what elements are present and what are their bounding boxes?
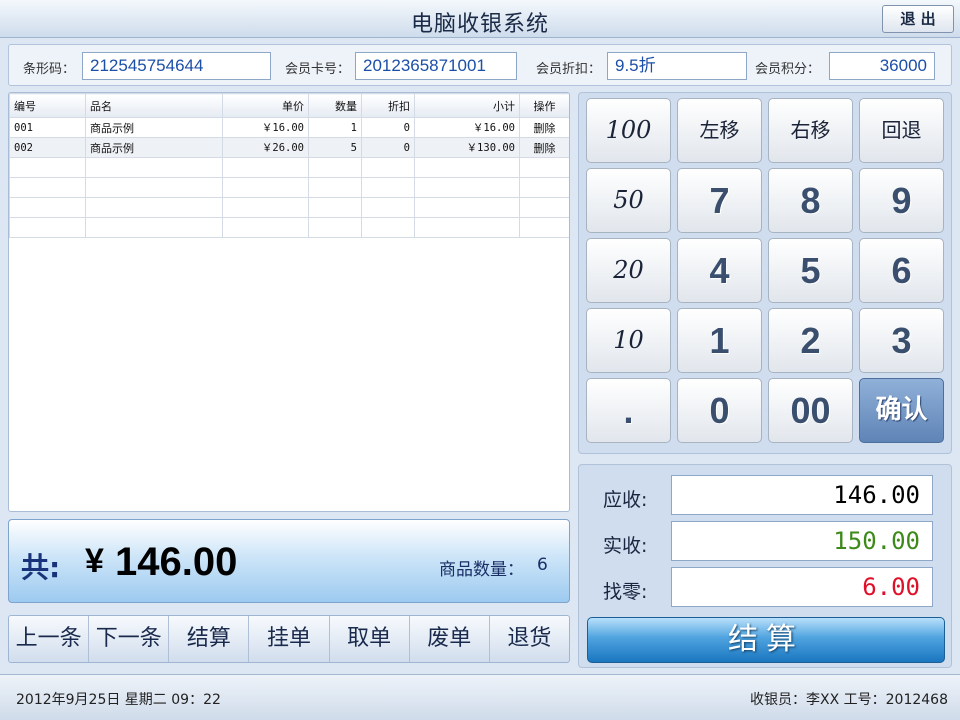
denom-20-key[interactable]: 20 (586, 238, 671, 303)
window-title: 电脑收银系统 (410, 12, 549, 37)
digit-0-key[interactable]: 0 (677, 378, 762, 443)
total-amount: 146.00 (115, 540, 238, 584)
denom-50-key[interactable]: 50 (586, 168, 671, 233)
digit-6-key[interactable]: 6 (859, 238, 944, 303)
barcode-label: 条形码： (23, 62, 76, 77)
denom-100-key[interactable]: 100 (586, 98, 671, 163)
cell-name: 商品示例 (85, 117, 223, 138)
exit-button[interactable]: 退 出 (882, 5, 954, 33)
datetime-display: 2012年9月25日 星期二 09：22 (16, 692, 221, 708)
cell-discount: 0 (361, 137, 415, 158)
member-card-input[interactable]: 2012365871001 (355, 52, 517, 80)
total-label: 共: (21, 551, 61, 584)
item-count-label: 商品数量： (439, 560, 524, 580)
col-header-name[interactable]: 品名 (85, 93, 223, 118)
col-header-subtotal[interactable]: 小计 (414, 93, 520, 118)
digit-4-key[interactable]: 4 (677, 238, 762, 303)
cell-id: 001 (9, 117, 86, 138)
cell-subtotal: ￥130.00 (414, 137, 520, 158)
empty-row (9, 157, 569, 178)
empty-row (9, 197, 569, 218)
digit-2-key[interactable]: 2 (768, 308, 853, 373)
member-card-label: 会员卡号： (285, 62, 351, 77)
cell-discount: 0 (361, 117, 415, 138)
delete-link[interactable]: 删除 (519, 117, 569, 138)
empty-row (9, 217, 569, 238)
total-bar: 共: ¥ 146.00 商品数量： 6 (8, 519, 570, 603)
cell-id: 002 (9, 137, 86, 158)
title-bar: 电脑收银系统 退 出 (0, 0, 960, 38)
move-left-key[interactable]: 左移 (677, 98, 762, 163)
delete-link[interactable]: 删除 (519, 137, 569, 158)
table-row[interactable]: 001 商品示例 ￥16.00 1 0 ￥16.00 删除 (9, 117, 569, 138)
digit-5-key[interactable]: 5 (768, 238, 853, 303)
cell-price: ￥16.00 (222, 117, 309, 138)
confirm-key[interactable]: 确认 (859, 378, 944, 443)
void-order-button[interactable]: 废单 (410, 616, 490, 662)
move-right-key[interactable]: 右移 (768, 98, 853, 163)
col-header-action[interactable]: 操作 (519, 93, 569, 118)
prev-item-button[interactable]: 上一条 (9, 616, 90, 662)
cell-subtotal: ￥16.00 (414, 117, 520, 138)
digit-1-key[interactable]: 1 (677, 308, 762, 373)
cell-price: ￥26.00 (222, 137, 309, 158)
action-bar: 上一条 下一条 结算 挂单 取单 废单 退货 (8, 615, 570, 663)
retrieve-order-button[interactable]: 取单 (330, 616, 410, 662)
member-points-input[interactable]: 36000 (829, 52, 935, 80)
member-discount-label: 会员折扣： (536, 62, 602, 77)
cell-qty: 5 (308, 137, 362, 158)
return-goods-button[interactable]: 退货 (490, 616, 569, 662)
col-header-price[interactable]: 单价 (222, 93, 309, 118)
item-count-value: 6 (537, 555, 548, 575)
currency-symbol: ¥ (85, 542, 104, 580)
empty-row (9, 177, 569, 198)
col-header-id[interactable]: 编号 (9, 93, 86, 118)
double-zero-key[interactable]: 00 (768, 378, 853, 443)
member-discount-input[interactable]: 9.5折 (607, 52, 747, 80)
member-info-bar: 条形码： 212545754644 会员卡号： 2012365871001 会员… (8, 44, 952, 86)
decimal-point-key[interactable]: . (586, 378, 671, 443)
amount-paid-field[interactable]: 150.00 (671, 521, 933, 561)
cell-name: 商品示例 (85, 137, 223, 158)
next-item-button[interactable]: 下一条 (89, 616, 170, 662)
item-table: 编号 品名 单价 数量 折扣 小计 操作 001 商品示例 ￥16.00 1 0… (9, 93, 569, 238)
cell-qty: 1 (308, 117, 362, 138)
col-header-discount[interactable]: 折扣 (361, 93, 415, 118)
change-label: 找零: (603, 581, 648, 603)
hold-order-button[interactable]: 挂单 (249, 616, 330, 662)
payment-panel: 应收: 146.00 实收: 150.00 找零: 6.00 结算 (578, 464, 952, 668)
digit-8-key[interactable]: 8 (768, 168, 853, 233)
change-field: 6.00 (671, 567, 933, 607)
keypad-panel: 100 左移 右移 回退 50 7 8 9 20 4 5 6 10 1 2 3 … (578, 92, 952, 454)
cashier-info: 收银员：李XX 工号：2012468 (750, 692, 948, 708)
digit-7-key[interactable]: 7 (677, 168, 762, 233)
amount-due-field: 146.00 (671, 475, 933, 515)
status-bar: 2012年9月25日 星期二 09：22 收银员：李XX 工号：2012468 (0, 674, 960, 720)
col-header-qty[interactable]: 数量 (308, 93, 362, 118)
denom-10-key[interactable]: 10 (586, 308, 671, 373)
digit-9-key[interactable]: 9 (859, 168, 944, 233)
amount-due-label: 应收: (603, 489, 648, 511)
checkout-button[interactable]: 结算 (169, 616, 250, 662)
item-table-panel: 编号 品名 单价 数量 折扣 小计 操作 001 商品示例 ￥16.00 1 0… (8, 92, 570, 512)
member-points-label: 会员积分： (755, 62, 821, 77)
table-row[interactable]: 002 商品示例 ￥26.00 5 0 ￥130.00 删除 (9, 137, 569, 158)
settle-button[interactable]: 结算 (587, 617, 945, 663)
barcode-input[interactable]: 212545754644 (82, 52, 271, 80)
backspace-key[interactable]: 回退 (859, 98, 944, 163)
amount-paid-label: 实收: (603, 535, 648, 557)
table-header-row: 编号 品名 单价 数量 折扣 小计 操作 (9, 93, 569, 118)
digit-3-key[interactable]: 3 (859, 308, 944, 373)
